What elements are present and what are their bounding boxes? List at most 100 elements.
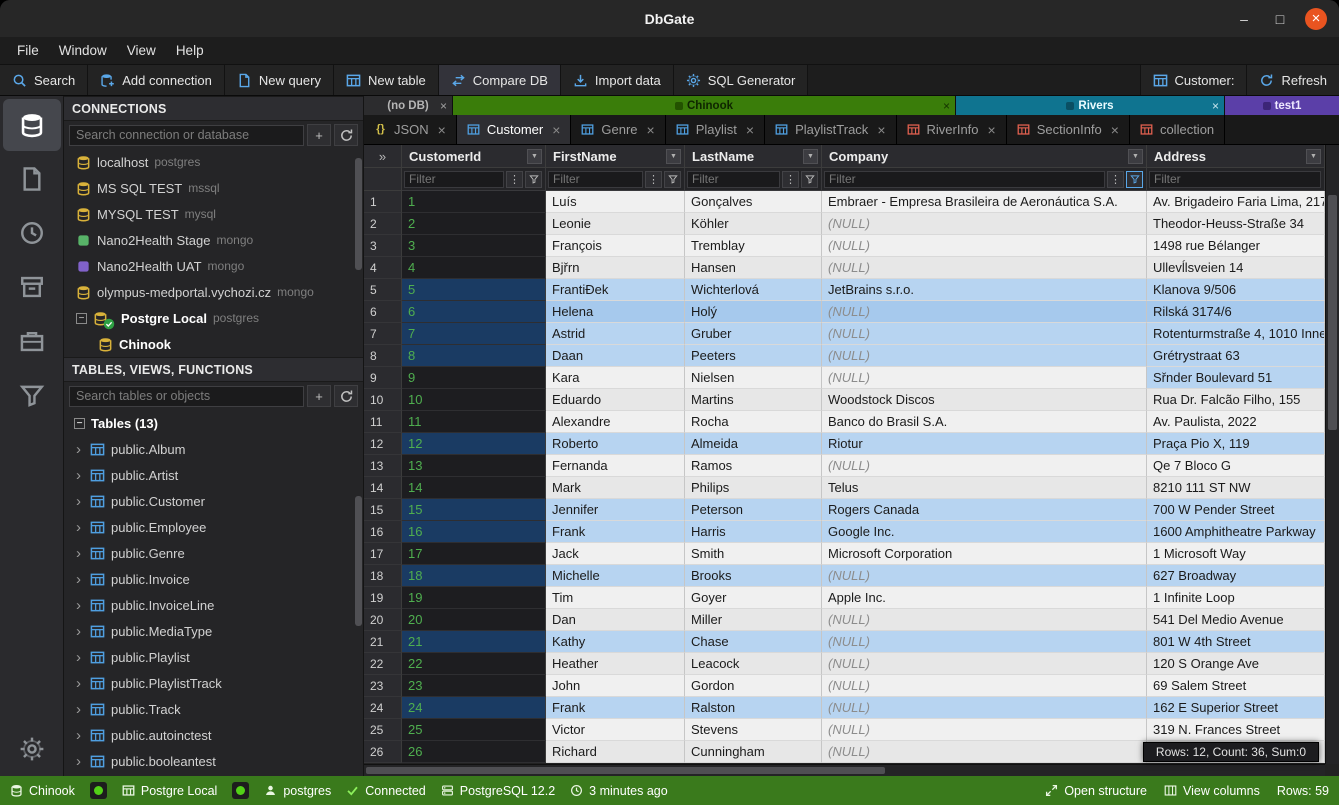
dbgroup-tab-chinook[interactable]: Chinook×: [453, 96, 955, 115]
cell-address[interactable]: 162 E Superior Street: [1147, 697, 1325, 719]
toolbar-new-table-button[interactable]: New table: [334, 65, 439, 95]
cell-lastname[interactable]: Philips: [685, 477, 822, 499]
cell-address[interactable]: Av. Paulista, 2022: [1147, 411, 1325, 433]
cell-firstname[interactable]: Eduardo: [546, 389, 685, 411]
cell-company[interactable]: (NULL): [822, 719, 1147, 741]
cell-address[interactable]: 120 S Orange Ave: [1147, 653, 1325, 675]
close-icon[interactable]: ×: [943, 99, 950, 113]
status-view-columns[interactable]: View columns: [1164, 784, 1260, 798]
filter-funnel-icon[interactable]: [801, 171, 818, 188]
close-icon[interactable]: ×: [746, 122, 754, 138]
connection-postgre-local[interactable]: −Postgre Localpostgres: [64, 305, 363, 331]
tables-group-toggle[interactable]: −Tables (13): [64, 410, 363, 436]
cell-company[interactable]: Apple Inc.: [822, 587, 1147, 609]
cell-lastname[interactable]: Tremblay: [685, 235, 822, 257]
cell-firstname[interactable]: Alexandre: [546, 411, 685, 433]
connections-plus-button[interactable]: +: [307, 124, 331, 146]
activity-briefcase-icon[interactable]: [3, 315, 61, 367]
menu-help[interactable]: Help: [167, 40, 213, 61]
row-number[interactable]: 15: [364, 499, 402, 521]
cell-customerid[interactable]: 18: [402, 565, 546, 587]
column-header-address[interactable]: Address▼: [1147, 145, 1325, 168]
cell-company[interactable]: (NULL): [822, 653, 1147, 675]
cell-firstname[interactable]: Astrid: [546, 323, 685, 345]
tables-plus-button[interactable]: +: [307, 385, 331, 407]
cell-customerid[interactable]: 13: [402, 455, 546, 477]
connection-nano2health-stage[interactable]: Nano2Health Stagemongo: [64, 227, 363, 253]
chevron-right-icon[interactable]: ›: [76, 494, 84, 509]
cell-customerid[interactable]: 21: [402, 631, 546, 653]
chevron-right-icon[interactable]: ›: [76, 650, 84, 665]
menu-window[interactable]: Window: [50, 40, 116, 61]
column-header-firstname[interactable]: FirstName▼: [546, 145, 685, 168]
chevron-down-icon[interactable]: ▼: [803, 149, 818, 164]
filter-funnel-icon[interactable]: [525, 171, 542, 188]
cell-firstname[interactable]: John: [546, 675, 685, 697]
cell-customerid[interactable]: 5: [402, 279, 546, 301]
table-public-playlist[interactable]: ›public.Playlist: [64, 644, 363, 670]
cell-firstname[interactable]: Leonie: [546, 213, 685, 235]
table-public-autoinctest[interactable]: ›public.autoinctest: [64, 722, 363, 748]
chevron-right-icon[interactable]: ›: [76, 468, 84, 483]
table-public-invoiceline[interactable]: ›public.InvoiceLine: [64, 592, 363, 618]
grid-vertical-scrollbar[interactable]: [1325, 145, 1339, 764]
cell-address[interactable]: Ullevĺlsveien 14: [1147, 257, 1325, 279]
row-number[interactable]: 21: [364, 631, 402, 653]
close-icon[interactable]: ×: [552, 122, 560, 138]
row-number[interactable]: 25: [364, 719, 402, 741]
row-number[interactable]: 12: [364, 433, 402, 455]
cell-address[interactable]: 69 Salem Street: [1147, 675, 1325, 697]
cell-address[interactable]: Qe 7 Bloco G: [1147, 455, 1325, 477]
cell-lastname[interactable]: Harris: [685, 521, 822, 543]
cell-lastname[interactable]: Stevens: [685, 719, 822, 741]
cell-address[interactable]: Klanova 9/506: [1147, 279, 1325, 301]
cell-firstname[interactable]: Tim: [546, 587, 685, 609]
cell-company[interactable]: Woodstock Discos: [822, 389, 1147, 411]
cell-company[interactable]: Embraer - Empresa Brasileira de Aeronáut…: [822, 191, 1147, 213]
filter-funnel-icon[interactable]: [664, 171, 681, 188]
row-number[interactable]: 16: [364, 521, 402, 543]
cell-lastname[interactable]: Brooks: [685, 565, 822, 587]
cell-customerid[interactable]: 1: [402, 191, 546, 213]
table-public-mediatype[interactable]: ›public.MediaType: [64, 618, 363, 644]
cell-customerid[interactable]: 22: [402, 653, 546, 675]
cell-company[interactable]: (NULL): [822, 631, 1147, 653]
panel-scrollbar[interactable]: [355, 496, 362, 626]
tab-json[interactable]: {}JSON×: [364, 115, 457, 144]
close-icon[interactable]: ×: [647, 122, 655, 138]
chevron-right-icon[interactable]: ›: [76, 702, 84, 717]
cell-customerid[interactable]: 6: [402, 301, 546, 323]
table-public-genre[interactable]: ›public.Genre: [64, 540, 363, 566]
scrollbar-thumb[interactable]: [1328, 195, 1337, 430]
row-number[interactable]: 7: [364, 323, 402, 345]
cell-company[interactable]: JetBrains s.r.o.: [822, 279, 1147, 301]
table-public-album[interactable]: ›public.Album: [64, 436, 363, 462]
cell-lastname[interactable]: Gruber: [685, 323, 822, 345]
row-number[interactable]: 2: [364, 213, 402, 235]
cell-customerid[interactable]: 4: [402, 257, 546, 279]
cell-address[interactable]: Sřnder Boulevard 51: [1147, 367, 1325, 389]
close-icon[interactable]: ×: [1111, 122, 1119, 138]
filter-input-customerid[interactable]: [404, 171, 504, 188]
table-public-booleantest[interactable]: ›public.booleantest: [64, 748, 363, 774]
filter-menu-icon[interactable]: ⋮: [782, 171, 799, 188]
filter-input-company[interactable]: [824, 171, 1105, 188]
row-number[interactable]: 26: [364, 741, 402, 763]
cell-lastname[interactable]: Cunningham: [685, 741, 822, 763]
minimize-button[interactable]: –: [1233, 8, 1255, 30]
chevron-right-icon[interactable]: ›: [76, 442, 84, 457]
chevron-down-icon[interactable]: ▼: [1128, 149, 1143, 164]
cell-customerid[interactable]: 7: [402, 323, 546, 345]
connection-nano2health-uat[interactable]: Nano2Health UATmongo: [64, 253, 363, 279]
cell-customerid[interactable]: 9: [402, 367, 546, 389]
scrollbar-thumb[interactable]: [366, 767, 885, 774]
cell-lastname[interactable]: Miller: [685, 609, 822, 631]
cell-company[interactable]: (NULL): [822, 367, 1147, 389]
chevron-right-icon[interactable]: ›: [76, 520, 84, 535]
cell-address[interactable]: Praça Pio X, 119: [1147, 433, 1325, 455]
column-header-lastname[interactable]: LastName▼: [685, 145, 822, 168]
cell-address[interactable]: Theodor-Heuss-Straße 34: [1147, 213, 1325, 235]
tables-refresh-button[interactable]: [334, 385, 358, 407]
maximize-button[interactable]: □: [1269, 8, 1291, 30]
cell-customerid[interactable]: 12: [402, 433, 546, 455]
